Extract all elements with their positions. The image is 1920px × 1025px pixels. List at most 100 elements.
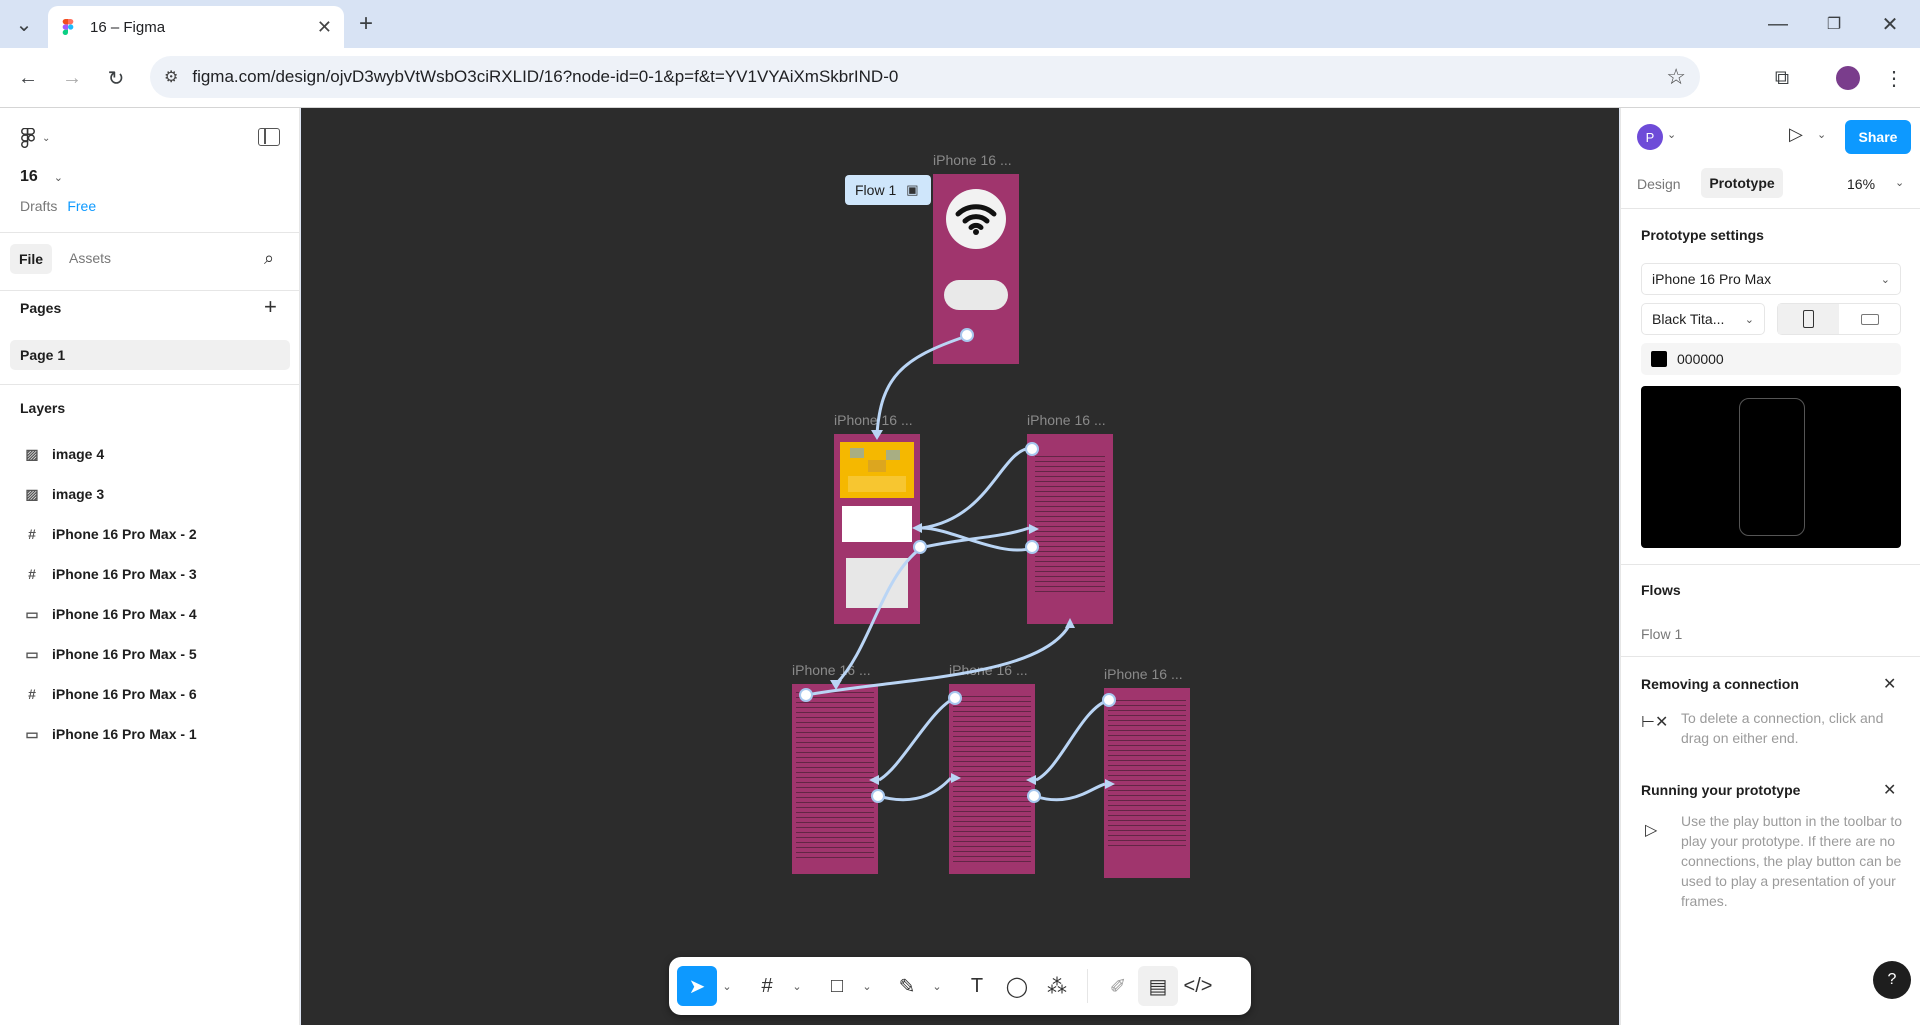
layers-heading: Layers (20, 400, 66, 416)
chevron-down-icon: ⌄ (1744, 313, 1754, 326)
chevron-down-icon[interactable]: ⌄ (1817, 128, 1826, 141)
zoom-level[interactable]: 16% (1847, 176, 1875, 192)
browser-menu-icon[interactable]: ⋮ (1878, 62, 1910, 94)
connection-handle[interactable] (1025, 442, 1039, 456)
pen-tool-icon[interactable]: ✎ (887, 966, 927, 1006)
comment-tool-icon[interactable]: ◯ (997, 966, 1037, 1006)
play-icon: ▷ (1645, 822, 1658, 839)
bottom-toolbar: ➤ ⌄ # ⌄ □ ⌄ ✎ ⌄ T ◯ ⁂ ✐ ▤ </> (669, 957, 1251, 1015)
flows-heading: Flows (1641, 582, 1681, 598)
phone-outline (1739, 398, 1805, 536)
pages-heading: Pages (20, 300, 62, 316)
bookmark-star-icon[interactable]: ☆ (1666, 64, 1686, 90)
chevron-down-icon[interactable]: ⌄ (857, 966, 877, 1006)
layer-item[interactable]: # iPhone 16 Pro Max - 3 (24, 556, 197, 592)
draw-mode-icon[interactable]: ✐ (1098, 966, 1138, 1006)
site-settings-icon[interactable]: ⚙ (164, 67, 178, 87)
chevron-down-icon: ⌄ (53, 171, 64, 184)
back-icon[interactable]: ← (12, 62, 44, 94)
move-tool-icon[interactable]: ➤ (677, 966, 717, 1006)
close-icon[interactable]: ✕ (1883, 780, 1896, 800)
file-location[interactable]: Drafts (20, 198, 57, 214)
page-item-1[interactable]: Page 1 (10, 340, 290, 370)
frame-tool-icon[interactable]: # (747, 966, 787, 1006)
reload-icon[interactable]: ↻ (100, 62, 132, 94)
device-select[interactable]: iPhone 16 Pro Max ⌄ (1641, 263, 1901, 295)
figma-favicon-icon (62, 19, 74, 35)
connection-handle[interactable] (1102, 693, 1116, 707)
minimize-icon[interactable]: — (1762, 8, 1794, 40)
color-swatch[interactable] (1651, 351, 1667, 367)
search-icon[interactable]: ⌕ (264, 248, 274, 269)
design-canvas[interactable]: iPhone 16 ... iPhone 16 ... iPhone 16 ..… (301, 108, 1619, 1025)
layer-item[interactable]: ▭ iPhone 16 Pro Max - 1 (24, 716, 196, 752)
connection-handle[interactable] (913, 540, 927, 554)
share-button[interactable]: Share (1845, 120, 1911, 154)
chevron-down-icon[interactable]: ⌄ (717, 966, 737, 1006)
main-menu-button[interactable]: ⌄ (20, 128, 50, 148)
prototype-connections[interactable] (301, 108, 1619, 1025)
window-close-icon[interactable]: ✕ (1874, 8, 1906, 40)
landscape-icon[interactable] (1839, 304, 1900, 334)
connection-handle[interactable] (1025, 540, 1039, 554)
avatar[interactable]: P (1637, 124, 1663, 150)
browser-tab[interactable]: 16 – Figma ✕ (48, 6, 344, 48)
prototype-settings-heading: Prototype settings (1641, 227, 1764, 243)
url-text: figma.com/design/ojvD3wybVtWsbO3ciRXLID/… (192, 67, 899, 86)
file-name[interactable]: 16 ⌄ (20, 168, 63, 186)
actions-icon[interactable]: ⁂ (1037, 966, 1077, 1006)
plan-badge[interactable]: Free (67, 198, 96, 214)
connection-handle[interactable] (799, 688, 813, 702)
chevron-down-icon: ⌄ (1880, 273, 1890, 286)
address-bar[interactable]: ⚙ figma.com/design/ojvD3wybVtWsbO3ciRXLI… (150, 56, 1700, 98)
tab-prototype[interactable]: Prototype (1701, 168, 1783, 198)
help-button[interactable]: ? (1873, 961, 1911, 999)
connection-handle[interactable] (1027, 789, 1041, 803)
restore-icon[interactable]: ❐ (1818, 8, 1850, 40)
running-prototype-heading: Running your prototype (1641, 782, 1801, 798)
frame-icon: # (28, 526, 36, 542)
tab-file[interactable]: File (10, 244, 52, 274)
dev-mode-icon[interactable]: </> (1178, 966, 1218, 1006)
background-color-field[interactable]: 000000 (1641, 343, 1901, 375)
toggle-sidebar-icon[interactable] (258, 128, 280, 146)
connection-handle[interactable] (871, 789, 885, 803)
layer-item[interactable]: ▨ image 3 (24, 476, 104, 512)
text-tool-icon[interactable]: T (957, 966, 997, 1006)
chevron-down-icon[interactable]: ⌄ (927, 966, 947, 1006)
chevron-down-icon[interactable]: ⌄ (1895, 176, 1904, 189)
layer-item[interactable]: ▭ iPhone 16 Pro Max - 5 (24, 636, 196, 672)
add-page-icon[interactable]: + (264, 294, 277, 320)
layer-item[interactable]: # iPhone 16 Pro Max - 2 (24, 516, 197, 552)
tab-search-icon[interactable]: ⌄ (8, 8, 40, 40)
rectangle-tool-icon[interactable]: □ (817, 966, 857, 1006)
connection-handle[interactable] (960, 328, 974, 342)
extensions-icon[interactable]: ⧉ (1766, 62, 1798, 94)
layer-item[interactable]: ▭ iPhone 16 Pro Max - 4 (24, 596, 196, 632)
layer-item[interactable]: ▨ image 4 (24, 436, 104, 472)
device-preview (1641, 386, 1901, 548)
tab-assets[interactable]: Assets (69, 250, 111, 266)
rectangle-icon: ▭ (25, 645, 39, 662)
frame-icon: # (28, 566, 36, 582)
layer-item[interactable]: # iPhone 16 Pro Max - 6 (24, 676, 197, 712)
prototype-mode-icon[interactable]: ▤ (1138, 966, 1178, 1006)
frame-icon: # (28, 686, 36, 702)
removing-connection-text: To delete a connection, click and drag o… (1681, 710, 1884, 746)
close-icon[interactable]: ✕ (1883, 674, 1896, 694)
tab-close-icon[interactable]: ✕ (317, 17, 332, 38)
rectangle-icon: ▭ (25, 725, 39, 742)
orientation-toggle (1777, 303, 1901, 335)
flow-item[interactable]: Flow 1 (1641, 626, 1682, 642)
new-tab-icon[interactable]: + (350, 8, 382, 40)
removing-connection-heading: Removing a connection (1641, 676, 1799, 692)
profile-avatar[interactable] (1836, 66, 1860, 90)
portrait-icon[interactable] (1778, 304, 1839, 334)
tab-design[interactable]: Design (1637, 176, 1681, 192)
chevron-down-icon[interactable]: ⌄ (1667, 128, 1676, 141)
model-select[interactable]: Black Tita... ⌄ (1641, 303, 1765, 335)
chevron-down-icon[interactable]: ⌄ (787, 966, 807, 1006)
play-icon[interactable]: ▷ (1789, 124, 1803, 145)
connection-handle[interactable] (948, 691, 962, 705)
forward-icon[interactable]: → (56, 62, 88, 94)
